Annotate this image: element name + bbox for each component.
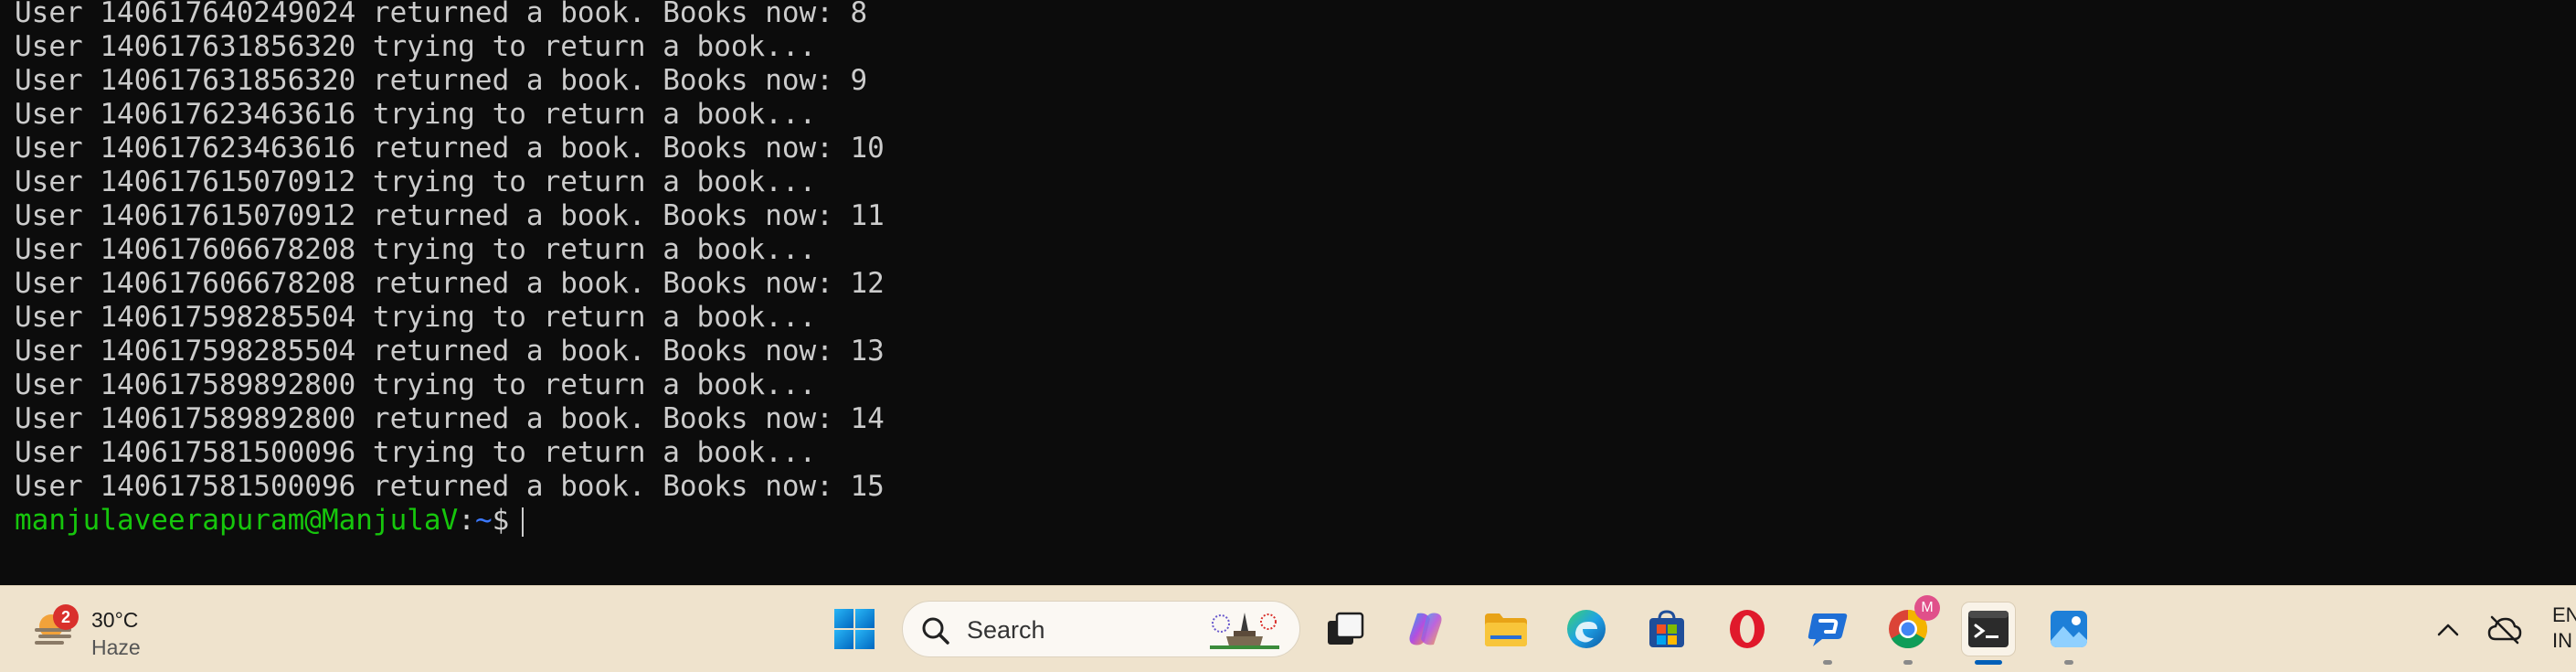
weather-condition: Haze — [91, 635, 141, 659]
terminal-line: User 140617581500096 trying to return a … — [15, 436, 817, 469]
prompt-dollar: $ — [492, 504, 510, 537]
weather-temperature: 30°C — [91, 608, 139, 632]
shell-prompt[interactable]: manjulaveerapuram@ManjulaV:~$ — [15, 504, 885, 538]
prompt-colon: : — [458, 504, 475, 537]
chevron-up-icon[interactable] — [2432, 613, 2465, 646]
task-view-button[interactable] — [1319, 603, 1372, 656]
windows-logo-icon — [834, 609, 875, 649]
profile-badge: M — [1914, 595, 1940, 621]
running-indicator — [1903, 660, 1913, 665]
opera-icon — [1730, 610, 1765, 648]
terminal-line: User 140617615070912 returned a book. Bo… — [15, 199, 885, 232]
terminal-line: User 140617623463616 trying to return a … — [15, 98, 817, 131]
edge-icon — [1567, 610, 1606, 648]
terminal-app[interactable] — [1962, 603, 2015, 665]
photos-icon — [2051, 611, 2087, 647]
desktop-screen: User 140617640249024 returned a book. Bo… — [0, 0, 2576, 672]
notification-badge: 2 — [53, 604, 79, 630]
terminal-line: User 140617615070912 trying to return a … — [15, 165, 817, 198]
search-highlight-icon — [1210, 613, 1279, 649]
chat-icon — [1807, 613, 1848, 646]
prompt-user-host: manjulaveerapuram@ManjulaV — [15, 504, 459, 537]
terminal-line: User 140617606678208 returned a book. Bo… — [15, 267, 885, 300]
folder-icon — [1485, 613, 1527, 646]
microsoft-store-app[interactable] — [1640, 603, 1693, 656]
terminal-line: User 140617598285504 returned a book. Bo… — [15, 335, 885, 368]
region-code: IN — [2552, 629, 2572, 652]
language-code: EN — [2552, 603, 2576, 626]
chat-app[interactable] — [1801, 603, 1854, 665]
text-cursor — [522, 507, 525, 537]
taskbar: 2 30°C Haze Search M EN IN — [0, 585, 2576, 672]
terminal-line: User 140617631856320 returned a book. Bo… — [15, 64, 868, 97]
terminal-line: User 140617598285504 trying to return a … — [15, 301, 817, 334]
terminal-output: User 140617640249024 returned a book. Bo… — [15, 0, 885, 538]
onedrive-offline-icon[interactable] — [2486, 612, 2523, 648]
active-indicator — [1975, 660, 2002, 665]
running-indicator — [1823, 660, 1832, 665]
store-icon — [1649, 610, 1684, 647]
taskbar-search-box[interactable]: Search — [902, 601, 1300, 657]
language-indicator[interactable]: EN IN — [2552, 603, 2576, 654]
terminal-window[interactable]: User 140617640249024 returned a book. Bo… — [0, 0, 2576, 585]
search-placeholder: Search — [967, 616, 1045, 644]
terminal-line: User 140617623463616 returned a book. Bo… — [15, 132, 885, 165]
terminal-line: User 140617589892800 trying to return a … — [15, 368, 817, 401]
photos-app[interactable] — [2042, 603, 2095, 665]
edge-app[interactable] — [1560, 603, 1613, 656]
prompt-path: ~ — [474, 504, 493, 537]
file-explorer-app[interactable] — [1479, 603, 1532, 656]
start-button[interactable] — [828, 603, 881, 656]
terminal-line: User 140617606678208 trying to return a … — [15, 233, 817, 266]
copilot-app[interactable] — [1399, 603, 1452, 656]
weather-widget[interactable]: 2 30°C Haze — [27, 595, 174, 663]
chrome-app[interactable]: M — [1882, 595, 1940, 665]
terminal-line: User 140617631856320 trying to return a … — [15, 30, 817, 63]
terminal-icon — [1968, 611, 2009, 647]
terminal-line: User 140617589892800 returned a book. Bo… — [15, 402, 885, 435]
copilot-icon — [1409, 613, 1442, 645]
opera-app[interactable] — [1721, 603, 1774, 656]
running-indicator — [2064, 660, 2073, 665]
task-view-icon — [1328, 612, 1364, 645]
terminal-line: User 140617581500096 returned a book. Bo… — [15, 470, 885, 503]
terminal-line: User 140617640249024 returned a book. Bo… — [15, 0, 868, 29]
search-icon — [922, 617, 949, 645]
